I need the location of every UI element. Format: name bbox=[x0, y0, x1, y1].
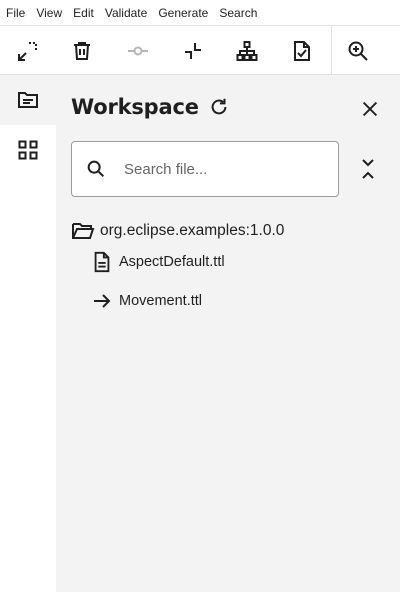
folder-open-icon bbox=[71, 219, 95, 243]
search-input[interactable] bbox=[124, 160, 314, 178]
rail-grid-button[interactable] bbox=[0, 125, 56, 175]
connect-button[interactable] bbox=[118, 26, 158, 75]
refresh-icon bbox=[211, 98, 227, 115]
menu-search[interactable]: Search bbox=[219, 6, 257, 20]
panel-title: Workspace bbox=[71, 95, 199, 119]
menu-view[interactable]: View bbox=[36, 6, 62, 20]
validate-file-button[interactable] bbox=[282, 26, 322, 75]
menu-bar: File View Edit Validate Generate Search bbox=[0, 0, 400, 26]
zoom-in-icon bbox=[348, 41, 368, 61]
workspace-icon bbox=[18, 92, 38, 108]
tree-root-folder[interactable]: org.eclipse.examples:1.0.0 bbox=[71, 219, 284, 243]
connect-icon bbox=[128, 46, 148, 55]
refresh-button[interactable] bbox=[207, 95, 231, 119]
close-panel-button[interactable] bbox=[358, 97, 382, 121]
hierarchy-icon bbox=[236, 40, 258, 61]
side-rail bbox=[0, 75, 56, 592]
expand-layout-icon bbox=[18, 41, 37, 61]
toolbar bbox=[0, 26, 400, 75]
panel-header: Workspace bbox=[71, 95, 231, 119]
menu-generate[interactable]: Generate bbox=[158, 6, 208, 20]
workspace-panel: Workspace org.eclipse.examples: bbox=[56, 75, 400, 592]
tree-file-aspectdefault[interactable]: AspectDefault.ttl bbox=[91, 250, 225, 274]
toolbar-divider bbox=[331, 26, 332, 75]
tree-file-label: Movement.ttl bbox=[119, 293, 202, 309]
rail-workspace-button[interactable] bbox=[0, 75, 56, 125]
collapse-all-icon bbox=[362, 159, 374, 179]
menu-file[interactable]: File bbox=[6, 6, 25, 20]
expand-layout-button[interactable] bbox=[8, 26, 48, 75]
collapse-layout-button[interactable] bbox=[173, 26, 213, 75]
delete-icon bbox=[74, 41, 90, 60]
arrow-right-icon bbox=[91, 289, 113, 313]
file-document-icon bbox=[91, 250, 113, 274]
close-icon bbox=[362, 101, 378, 117]
tree-file-movement[interactable]: Movement.ttl bbox=[91, 289, 202, 313]
zoom-in-button[interactable] bbox=[338, 26, 378, 75]
collapse-layout-icon bbox=[185, 42, 201, 59]
search-field bbox=[71, 141, 339, 197]
menu-validate[interactable]: Validate bbox=[105, 6, 147, 20]
tree-file-label: AspectDefault.ttl bbox=[119, 254, 225, 270]
search-icon bbox=[84, 157, 108, 181]
tree-root-label: org.eclipse.examples:1.0.0 bbox=[100, 222, 285, 239]
menu-edit[interactable]: Edit bbox=[73, 6, 94, 20]
grid-apps-icon bbox=[18, 140, 38, 160]
validate-file-icon bbox=[294, 40, 310, 61]
hierarchy-button[interactable] bbox=[227, 26, 267, 75]
collapse-all-button[interactable] bbox=[356, 155, 380, 183]
delete-button[interactable] bbox=[62, 26, 102, 75]
